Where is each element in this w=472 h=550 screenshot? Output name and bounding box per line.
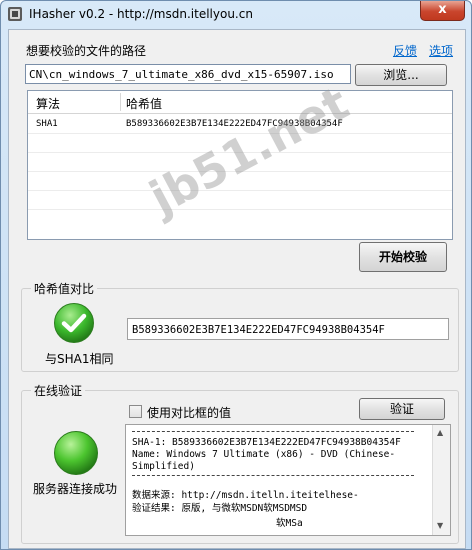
feedback-link[interactable]: 反馈 xyxy=(393,42,417,59)
file-path-label: 想要校验的文件的路径 xyxy=(26,44,147,58)
client-area: 想要校验的文件的路径 反馈 选项 CN\cn_windows_7_ultimat… xyxy=(8,29,466,549)
row-divider xyxy=(28,209,452,210)
use-compare-checkbox[interactable] xyxy=(129,405,142,418)
row-divider xyxy=(28,171,452,172)
scroll-down-icon[interactable]: ▼ xyxy=(437,521,443,530)
check-ok-icon xyxy=(54,303,94,343)
window-title: IHasher v0.2 - http://msdn.itellyou.cn xyxy=(29,7,253,21)
row-divider xyxy=(28,152,452,153)
use-compare-label: 使用对比框的值 xyxy=(147,406,232,420)
close-button[interactable]: x xyxy=(420,1,465,21)
result-sha1: SHA-1: B589336602E3B7E134E222ED47FC94938… xyxy=(132,437,401,448)
online-verify-group-title: 在线验证 xyxy=(31,382,86,399)
compare-group-title: 哈希值对比 xyxy=(31,280,98,297)
options-link[interactable]: 选项 xyxy=(429,42,453,59)
row-algorithm: SHA1 xyxy=(36,119,58,129)
close-icon: x xyxy=(438,2,447,17)
file-path-input[interactable]: CN\cn_windows_7_ultimate_x86_dvd_x15-659… xyxy=(25,64,351,84)
compare-status-label: 与SHA1相同 xyxy=(45,352,114,366)
verify-button[interactable]: 验证 xyxy=(359,398,445,420)
dashed-divider xyxy=(132,475,414,476)
app-icon xyxy=(8,7,22,21)
column-separator[interactable] xyxy=(120,93,121,111)
hash-table: 算法 哈希值 SHA1 B589336602E3B7E134E222ED47FC… xyxy=(27,90,453,240)
scroll-up-icon[interactable]: ▲ xyxy=(437,428,443,437)
column-algorithm[interactable]: 算法 xyxy=(36,95,60,112)
result-verdict: 验证结果: 原版, 与微软MSDN软MSDMSD xyxy=(132,503,308,514)
main-window: IHasher v0.2 - http://msdn.itellyou.cn x… xyxy=(0,0,472,550)
title-bar[interactable]: IHasher v0.2 - http://msdn.itellyou.cn x xyxy=(1,1,471,29)
row-divider xyxy=(28,190,452,191)
result-name: Name: Windows 7 Ultimate (x86) - DVD (Ch… xyxy=(132,449,396,460)
server-status-label: 服务器连接成功 xyxy=(33,482,118,496)
row-divider xyxy=(28,133,452,134)
compare-hash-input[interactable]: B589336602E3B7E134E222ED47FC94938B04354F xyxy=(127,318,449,340)
row-hash: B589336602E3B7E134E222ED47FC94938B04354F xyxy=(126,119,343,129)
result-name-cont: Simplified) xyxy=(132,461,195,472)
verify-result-box[interactable]: SHA-1: B589336602E3B7E134E222ED47FC94938… xyxy=(125,424,451,536)
dashed-divider xyxy=(132,431,414,432)
server-status-indicator xyxy=(54,431,98,475)
browse-button[interactable]: 浏览... xyxy=(355,64,447,86)
table-header: 算法 哈希值 xyxy=(28,91,452,114)
result-source: 数据来源: http://msdn.itelln.iteitelhese- xyxy=(132,490,359,501)
result-scrollbar[interactable]: ▲ ▼ xyxy=(432,425,450,535)
column-hash[interactable]: 哈希值 xyxy=(126,95,162,112)
result-overflow-text: 软MSa xyxy=(276,518,303,529)
start-verify-button[interactable]: 开始校验 xyxy=(359,242,447,272)
